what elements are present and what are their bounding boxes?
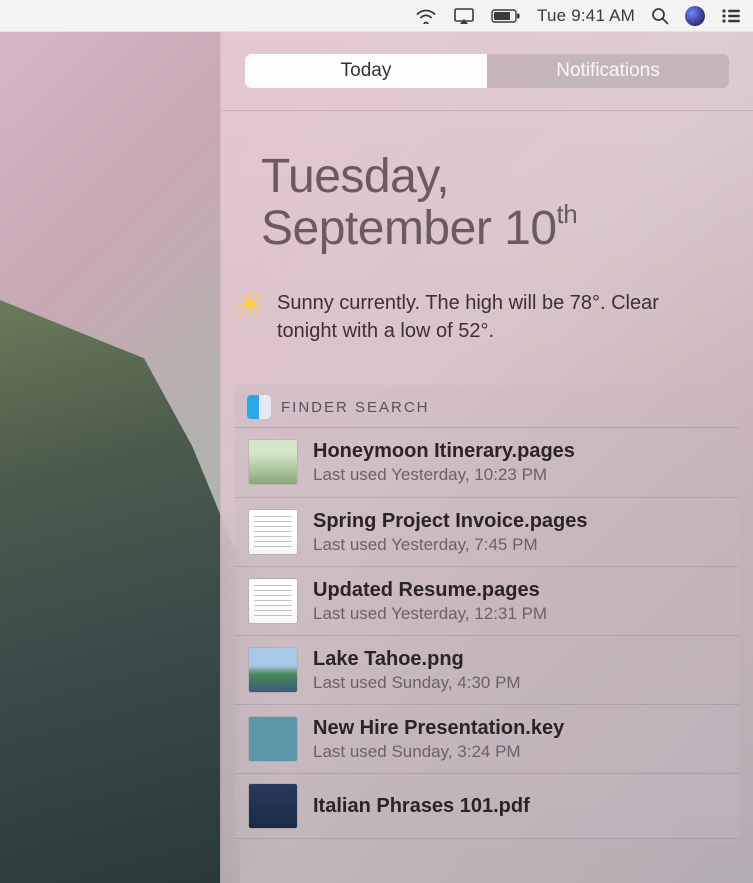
finder-icon: [247, 395, 271, 419]
file-row[interactable]: Italian Phrases 101.pdf: [235, 774, 739, 839]
file-last-used: Last used Yesterday, 12:31 PM: [313, 603, 547, 625]
spotlight-icon[interactable]: [651, 7, 669, 25]
file-last-used: Last used Sunday, 3:24 PM: [313, 741, 564, 763]
menubar: Tue 9:41 AM: [0, 0, 753, 32]
wifi-icon[interactable]: [415, 8, 437, 24]
date-ordinal: th: [557, 199, 578, 229]
notification-center-icon[interactable]: [721, 8, 741, 24]
file-name: Lake Tahoe.png: [313, 646, 521, 672]
file-last-used: Last used Sunday, 4:30 PM: [313, 672, 521, 694]
file-row[interactable]: Updated Resume.pagesLast used Yesterday,…: [235, 567, 739, 636]
file-info: New Hire Presentation.keyLast used Sunda…: [313, 715, 564, 763]
file-thumbnail: [249, 579, 297, 623]
file-last-used: Last used Yesterday, 7:45 PM: [313, 534, 588, 556]
file-name: Honeymoon Itinerary.pages: [313, 438, 575, 464]
file-thumbnail: [249, 510, 297, 554]
file-info: Updated Resume.pagesLast used Yesterday,…: [313, 577, 547, 625]
file-info: Honeymoon Itinerary.pagesLast used Yeste…: [313, 438, 575, 486]
file-thumbnail: [249, 648, 297, 692]
widget-header: FINDER SEARCH: [235, 385, 739, 427]
file-info: Spring Project Invoice.pagesLast used Ye…: [313, 508, 588, 556]
date-line-2: September 10th: [261, 203, 723, 255]
tab-today[interactable]: Today: [245, 54, 487, 88]
sun-icon: [237, 291, 263, 322]
file-last-used: Last used Yesterday, 10:23 PM: [313, 464, 575, 486]
date-line-1: Tuesday,: [261, 151, 723, 203]
file-thumbnail: [249, 784, 297, 828]
file-info: Italian Phrases 101.pdf: [313, 793, 530, 819]
battery-icon[interactable]: [491, 9, 521, 23]
file-info: Lake Tahoe.pngLast used Sunday, 4:30 PM: [313, 646, 521, 694]
date-month-day: September 10: [261, 202, 557, 255]
widget-title: FINDER SEARCH: [281, 399, 430, 416]
airplay-icon[interactable]: [453, 7, 475, 25]
file-list: Honeymoon Itinerary.pagesLast used Yeste…: [235, 427, 739, 838]
file-row[interactable]: Honeymoon Itinerary.pagesLast used Yeste…: [235, 428, 739, 497]
notification-center-panel: Today Notifications Tuesday, September 1…: [220, 32, 753, 883]
tab-notifications[interactable]: Notifications: [487, 54, 729, 88]
file-row[interactable]: Spring Project Invoice.pagesLast used Ye…: [235, 498, 739, 567]
menubar-clock[interactable]: Tue 9:41 AM: [537, 6, 635, 26]
siri-icon[interactable]: [685, 6, 705, 26]
weather-text: Sunny currently. The high will be 78°. C…: [277, 289, 713, 346]
file-thumbnail: [249, 717, 297, 761]
finder-search-widget: FINDER SEARCH Honeymoon Itinerary.pagesL…: [235, 385, 739, 840]
file-thumbnail: [249, 440, 297, 484]
file-name: Updated Resume.pages: [313, 577, 547, 603]
today-date: Tuesday, September 10th: [221, 111, 753, 275]
file-row[interactable]: New Hire Presentation.keyLast used Sunda…: [235, 705, 739, 774]
weather-summary[interactable]: Sunny currently. The high will be 78°. C…: [221, 275, 753, 376]
file-name: Italian Phrases 101.pdf: [313, 793, 530, 819]
tab-switcher: Today Notifications: [245, 54, 729, 88]
file-row[interactable]: Lake Tahoe.pngLast used Sunday, 4:30 PM: [235, 636, 739, 705]
file-name: Spring Project Invoice.pages: [313, 508, 588, 534]
file-name: New Hire Presentation.key: [313, 715, 564, 741]
